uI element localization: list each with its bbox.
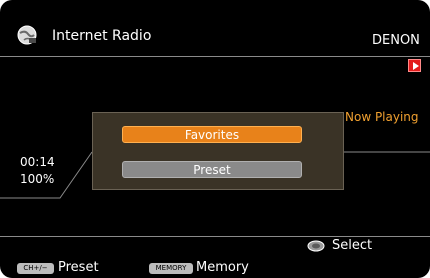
source-menu-popup: Favorites Preset	[92, 112, 344, 190]
buffer-level: 100%	[20, 172, 55, 186]
memory-key-icon: MEMORY	[149, 263, 193, 274]
menu-item-favorites[interactable]: Favorites	[122, 126, 302, 143]
elapsed-time: 00:14	[20, 155, 55, 169]
menu-item-preset[interactable]: Preset	[122, 161, 302, 178]
ch-key-icon: CH+/−	[17, 263, 54, 274]
dial-icon	[307, 240, 325, 252]
preset-hint: Preset	[58, 260, 99, 275]
screen-frame: Internet Radio DENON Now Playing 00:14 1…	[0, 0, 430, 278]
memory-hint: Memory	[196, 260, 249, 275]
select-hint: Select	[332, 238, 373, 253]
now-playing-label[interactable]: Now Playing	[345, 110, 419, 124]
footer-divider	[0, 236, 430, 237]
